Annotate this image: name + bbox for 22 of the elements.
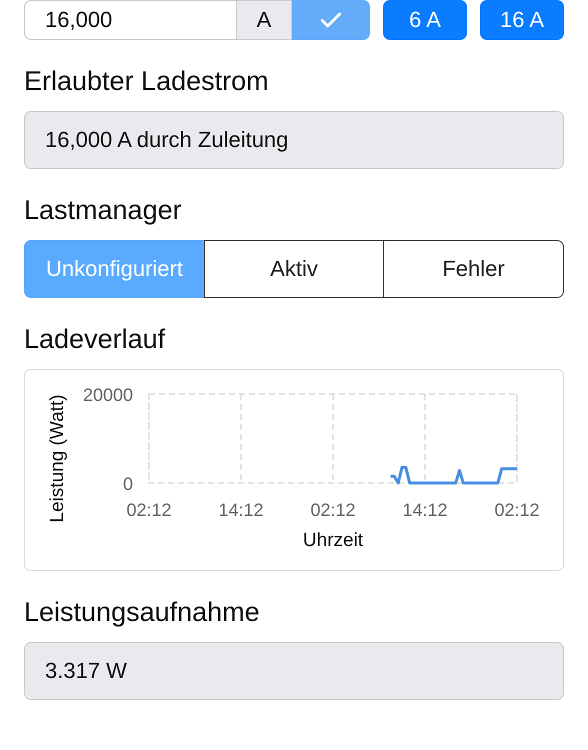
section-heading: Leistungsaufnahme (24, 597, 261, 628)
x-tick-label: 14:12 (402, 500, 448, 520)
value-field: 3.317 W (24, 642, 564, 700)
section-heading: Erlaubter Ladestrom (24, 66, 270, 97)
segment-button[interactable]: Aktiv (204, 240, 384, 298)
y-axis-title: Leistung (Watt) (47, 394, 68, 523)
x-tick-label: 14:12 (218, 500, 264, 520)
x-tick-label: 02:12 (310, 500, 356, 520)
y-tick-label: 0 (122, 474, 133, 494)
unit-label: A (236, 0, 292, 40)
preset-button[interactable]: 16 A (480, 0, 564, 40)
y-tick-label: 20000 (82, 385, 133, 405)
preset-button[interactable]: 6 A (383, 0, 467, 40)
x-axis-title: Uhrzeit (302, 530, 364, 551)
section-heading: Ladeverlauf (24, 324, 166, 355)
x-tick-label: 02:12 (494, 500, 540, 520)
confirm-button[interactable] (292, 0, 370, 40)
value-field: 16,000 A durch Zuleitung (24, 111, 564, 169)
section-heading: Lastmanager (24, 195, 183, 226)
current-input-field[interactable]: 16,000 (24, 0, 236, 40)
x-tick-label: 02:12 (126, 500, 172, 520)
segment-button[interactable]: Fehler (383, 240, 564, 298)
